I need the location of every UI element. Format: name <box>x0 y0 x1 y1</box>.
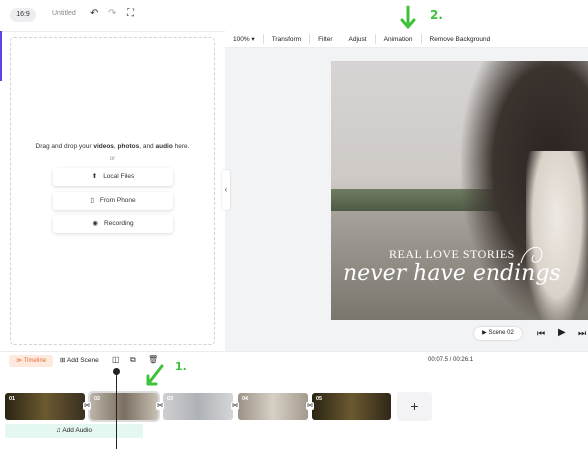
drag-drop-text: Drag and drop your videos, photos, and a… <box>35 143 190 150</box>
annotation-label-1: 1. <box>175 360 187 373</box>
edit-toolbar: 100% ▾ Transform Filter Adjust Animation… <box>225 31 588 48</box>
record-icon: ◉ <box>92 220 99 227</box>
video-canvas[interactable]: REAL LOVE STORIES never have endings <box>331 61 588 320</box>
playhead-handle[interactable] <box>113 368 120 375</box>
clip-02[interactable]: 02 <box>88 391 160 422</box>
or-separator: or <box>109 156 116 162</box>
playhead[interactable] <box>116 370 117 449</box>
transition-icon[interactable]: ⋈ <box>231 402 239 410</box>
aspect-ratio-button[interactable]: 16:9 <box>10 8 36 22</box>
play-icon[interactable]: ▶ <box>558 327 566 338</box>
duplicate-icon[interactable]: ⧉ <box>130 355 136 365</box>
clip-04[interactable]: 04 <box>238 393 308 420</box>
clip-05[interactable]: 05 <box>312 393 391 420</box>
add-clip-button[interactable]: + <box>397 392 432 421</box>
time-readout: 00:07.5 / 00:26.1 <box>428 357 474 363</box>
annotation-label-2: 2. <box>430 8 443 22</box>
title-text-line1[interactable]: REAL LOVE STORIES <box>389 247 515 262</box>
sidebar-accent <box>0 31 2 81</box>
from-phone-button[interactable]: ▯ From Phone <box>53 192 173 210</box>
upload-panel[interactable]: Drag and drop your videos, photos, and a… <box>10 37 215 345</box>
previous-icon[interactable]: ⏮ <box>537 328 545 339</box>
zoom-dropdown[interactable]: 100% ▾ <box>225 35 263 43</box>
animation-button[interactable]: Animation <box>376 36 421 43</box>
project-title[interactable]: Untitled <box>52 10 76 17</box>
collapse-panel-icon[interactable]: ‹ <box>222 170 230 210</box>
upload-icon: ⬆ <box>91 173 98 180</box>
annotation-arrow-1 <box>146 364 164 386</box>
top-bar <box>0 0 588 32</box>
fullscreen-icon[interactable]: ⛶ <box>127 9 134 19</box>
recording-button[interactable]: ◉ Recording <box>53 215 173 233</box>
transform-button[interactable]: Transform <box>264 36 309 43</box>
redo-icon[interactable]: ↷ <box>108 9 116 19</box>
phone-icon: ▯ <box>90 197 94 204</box>
next-icon[interactable]: ⏭ <box>578 328 586 339</box>
annotation-arrow-2 <box>400 5 416 29</box>
adjust-button[interactable]: Adjust <box>341 36 375 43</box>
undo-icon[interactable]: ↶ <box>90 9 98 19</box>
split-icon[interactable]: ◫ <box>112 355 120 365</box>
timeline-tab[interactable]: ≫ Timeline <box>9 355 53 367</box>
clip-03[interactable]: 03 <box>163 393 233 420</box>
transition-icon[interactable]: ⋈ <box>83 402 91 410</box>
transition-icon[interactable]: ⋈ <box>156 402 164 410</box>
add-scene-button[interactable]: ⊞ Add Scene <box>60 355 99 367</box>
title-text-line2[interactable]: never have endings <box>343 261 561 286</box>
local-files-button[interactable]: ⬆ Local Files <box>53 168 173 186</box>
clip-01[interactable]: 01 <box>5 393 85 420</box>
add-audio-button[interactable]: ♫ Add Audio <box>5 424 143 438</box>
scene-indicator[interactable]: ▶ Scene 02 <box>474 327 522 340</box>
remove-background-button[interactable]: Remove Background <box>422 36 499 43</box>
transition-icon[interactable]: ⋈ <box>306 402 314 410</box>
filter-button[interactable]: Filter <box>310 36 340 43</box>
